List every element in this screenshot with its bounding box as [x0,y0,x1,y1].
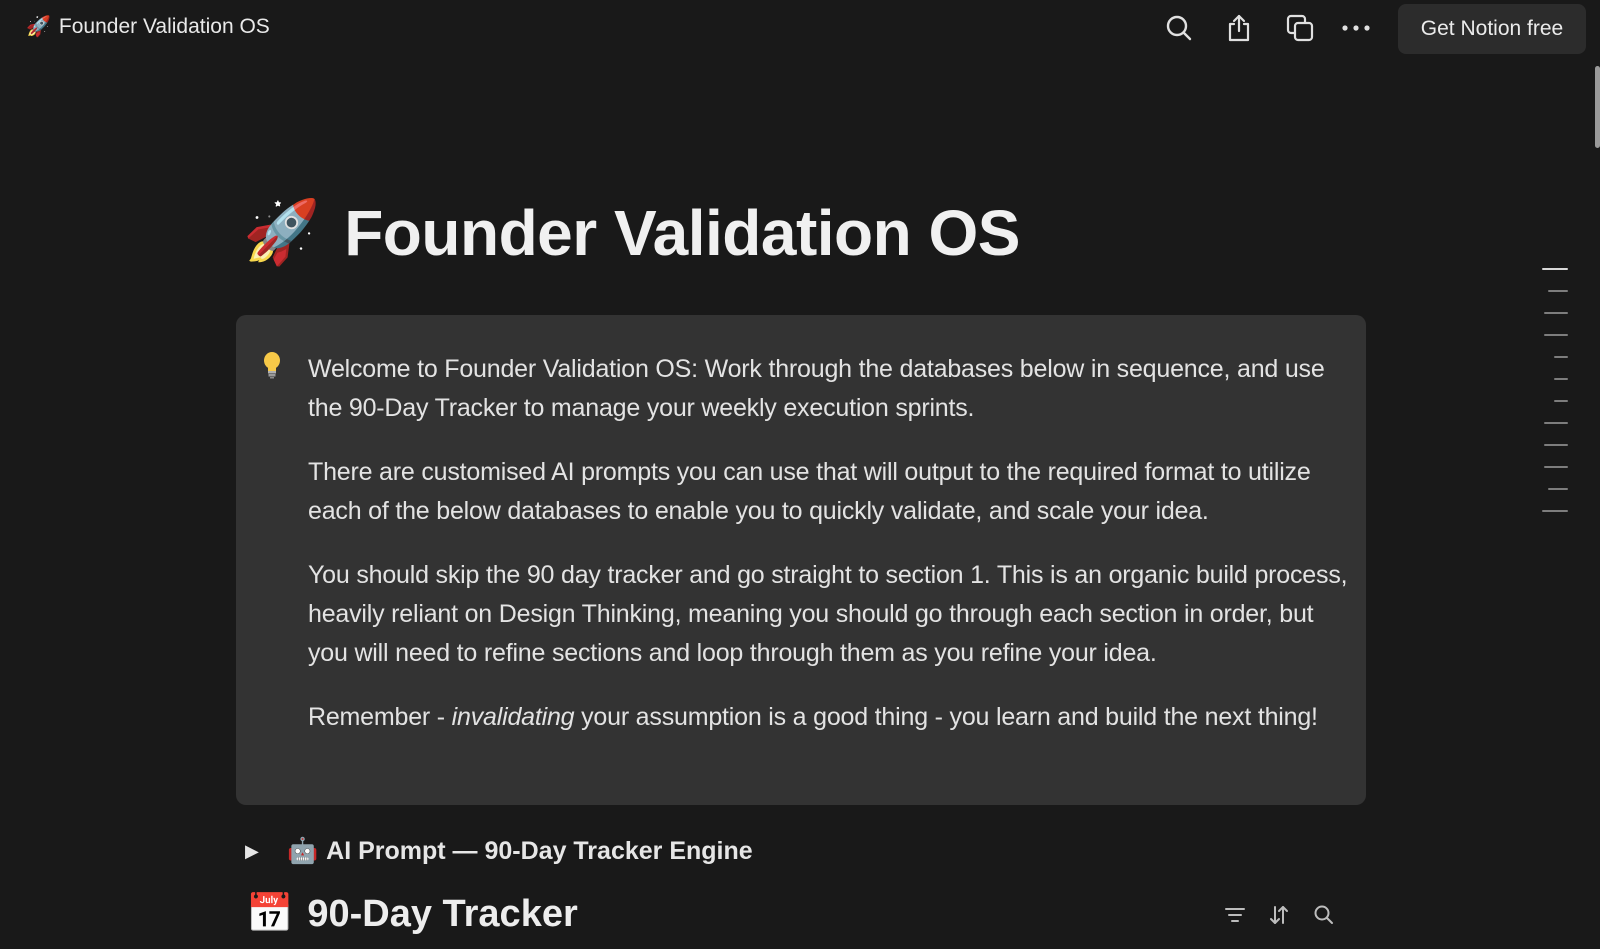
toc-marker[interactable] [1544,444,1568,446]
filter-icon[interactable] [1222,902,1248,928]
robot-icon: 🤖 [287,837,319,865]
database-title[interactable]: 90-Day Tracker [307,893,577,936]
top-bar: 🚀 Founder Validation OS Get Notion free [0,0,1600,58]
toc-marker[interactable] [1554,400,1568,402]
search-icon[interactable] [1163,12,1195,44]
callout-paragraph-1: Welcome to Founder Validation OS: Work t… [308,355,1325,422]
p4-suffix: your assumption is a good thing - you le… [574,703,1318,731]
get-notion-free-button[interactable]: Get Notion free [1398,4,1586,54]
database-search-icon[interactable] [1311,902,1337,928]
database-header[interactable]: 📅 90-Day Tracker [246,892,578,936]
toc-marker[interactable] [1548,290,1568,292]
toc-marker[interactable] [1542,510,1568,512]
ai-prompt-toggle[interactable]: ▶ 🤖 AI Prompt — 90-Day Tracker Engine [245,837,753,866]
table-of-contents[interactable] [1538,268,1568,532]
toc-marker[interactable] [1548,488,1568,490]
callout-paragraph-4: Remember - invalidating your assumption … [308,698,1348,737]
scrollbar[interactable] [1595,66,1600,148]
lightbulb-icon [264,352,280,379]
rocket-icon: 🚀 [26,16,51,38]
p4-emphasis: invalidating [451,703,575,731]
toggle-arrow-icon[interactable]: ▶ [245,841,287,862]
callout-paragraph-3: You should skip the 90 day tracker and g… [308,561,1348,667]
more-icon[interactable] [1340,12,1372,44]
callout-paragraph-2: There are customised AI prompts you can … [308,458,1311,525]
breadcrumb-title: Founder Validation OS [58,15,270,38]
sort-icon[interactable] [1266,902,1292,928]
breadcrumb[interactable]: 🚀 Founder Validation OS [26,15,270,39]
page-title[interactable]: Founder Validation OS [344,196,1020,270]
toc-marker[interactable] [1554,356,1568,358]
share-icon[interactable] [1223,12,1255,44]
toc-marker[interactable] [1554,378,1568,380]
callout-block: Welcome to Founder Validation OS: Work t… [236,315,1366,805]
toc-marker[interactable] [1544,466,1568,468]
toc-marker[interactable] [1544,312,1568,314]
toc-marker[interactable] [1542,268,1568,270]
duplicate-icon[interactable] [1284,12,1316,44]
calendar-icon: 📅 [246,893,294,935]
toc-marker[interactable] [1544,422,1568,424]
page-header: 🚀 Founder Validation OS [243,196,1020,270]
toc-marker[interactable] [1544,334,1568,336]
callout-text: Welcome to Founder Validation OS: Work t… [308,350,1348,762]
p4-prefix: Remember - [308,703,452,731]
rocket-icon[interactable]: 🚀 [243,202,320,264]
toggle-label: AI Prompt — 90-Day Tracker Engine [326,837,753,865]
